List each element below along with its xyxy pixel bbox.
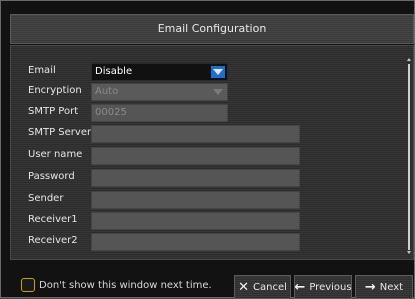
smtp-port-row: SMTP Port 00025 bbox=[11, 104, 311, 122]
scroll-down-icon[interactable] bbox=[407, 251, 411, 254]
user-name-field bbox=[91, 147, 300, 165]
settings-panel: Email Disable Encryption Auto SMTP Port … bbox=[10, 45, 414, 260]
previous-button-label: Previous bbox=[309, 281, 352, 293]
dialog-title-bar: Email Configuration bbox=[10, 14, 414, 44]
encryption-label: Encryption bbox=[28, 85, 82, 96]
dialog-title: Email Configuration bbox=[157, 22, 267, 35]
password-row: Password bbox=[11, 169, 311, 187]
smtp-port-field: 00025 bbox=[91, 104, 228, 122]
next-button-label: Next bbox=[379, 281, 404, 293]
email-configuration-dialog: Email Configuration Email Disable Encryp… bbox=[0, 0, 415, 299]
encryption-row: Encryption Auto bbox=[11, 83, 311, 101]
scrollbar[interactable] bbox=[407, 58, 411, 254]
chevron-down-icon[interactable] bbox=[211, 66, 225, 78]
smtp-port-label: SMTP Port bbox=[28, 106, 79, 117]
email-select[interactable]: Disable bbox=[91, 63, 228, 81]
user-name-row: User name bbox=[11, 147, 311, 165]
chevron-down-icon bbox=[211, 86, 225, 98]
cancel-button-label: Cancel bbox=[253, 281, 287, 293]
user-name-label: User name bbox=[28, 149, 83, 160]
email-label: Email bbox=[28, 65, 56, 76]
receiver2-label: Receiver2 bbox=[28, 235, 78, 246]
encryption-select: Auto bbox=[91, 83, 228, 101]
sender-field bbox=[91, 191, 300, 209]
close-icon: ✕ bbox=[238, 279, 249, 295]
password-label: Password bbox=[28, 171, 75, 182]
next-button[interactable]: → Next bbox=[355, 275, 413, 299]
smtp-server-field bbox=[91, 125, 300, 143]
receiver1-label: Receiver1 bbox=[28, 214, 78, 225]
smtp-server-label: SMTP Server bbox=[28, 127, 92, 138]
encryption-select-value: Auto bbox=[95, 86, 119, 97]
sender-row: Sender bbox=[11, 191, 311, 209]
dont-show-label: Don't show this window next time. bbox=[39, 280, 212, 291]
arrow-right-icon: → bbox=[364, 279, 376, 295]
receiver2-field bbox=[91, 233, 300, 251]
email-select-value: Disable bbox=[95, 66, 133, 77]
arrow-left-icon: ← bbox=[294, 279, 306, 295]
sender-label: Sender bbox=[28, 193, 64, 204]
smtp-server-row: SMTP Server bbox=[11, 125, 311, 143]
scroll-up-icon[interactable] bbox=[407, 58, 411, 61]
receiver2-row: Receiver2 bbox=[11, 233, 311, 251]
email-row: Email Disable bbox=[11, 63, 311, 81]
previous-button[interactable]: ← Previous bbox=[294, 275, 352, 299]
password-field bbox=[91, 169, 300, 187]
cancel-button[interactable]: ✕ Cancel bbox=[234, 275, 291, 299]
receiver1-field bbox=[91, 212, 300, 230]
dont-show-checkbox[interactable] bbox=[21, 278, 35, 292]
receiver1-row: Receiver1 bbox=[11, 212, 311, 230]
scrollbar-thumb[interactable] bbox=[408, 64, 410, 250]
